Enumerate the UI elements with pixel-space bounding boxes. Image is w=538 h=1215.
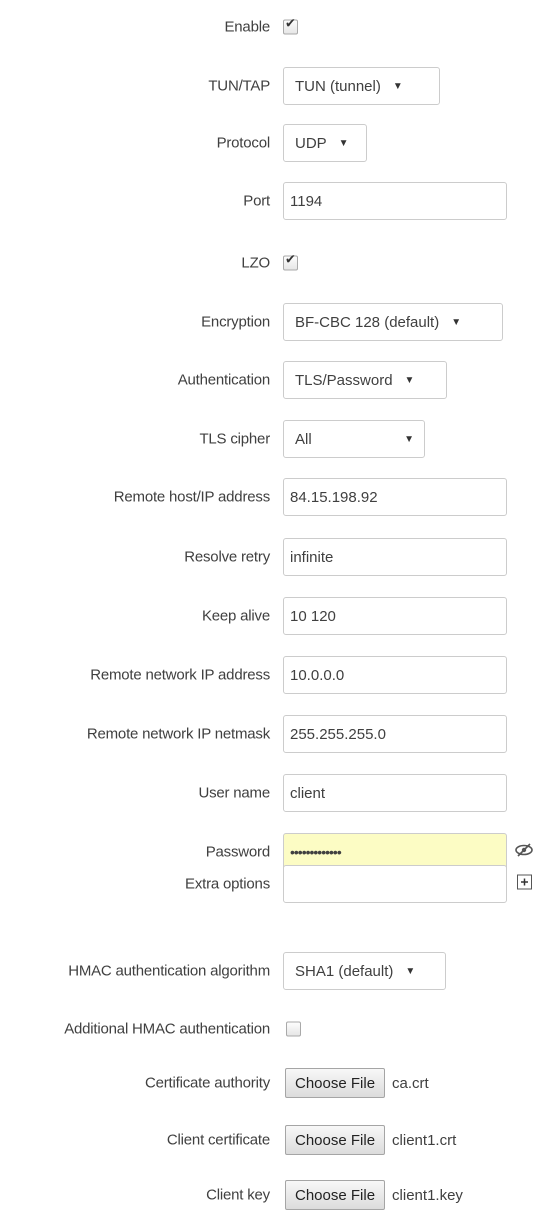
hmac-algorithm-row: HMAC authentication algorithm SHA1 (defa…	[0, 951, 538, 991]
additional-hmac-label: Additional HMAC authentication	[64, 1020, 270, 1038]
remote-network-netmask-row: Remote network IP netmask 255.255.255.0	[0, 714, 538, 754]
extra-options-input[interactable]	[283, 865, 507, 903]
additional-hmac-checkbox[interactable]	[286, 1021, 301, 1037]
encryption-label: Encryption	[201, 313, 270, 331]
keep-alive-row: Keep alive 10 120	[0, 596, 538, 636]
authentication-row: Authentication TLS/Password ▼	[0, 360, 538, 400]
lzo-label: LZO	[241, 254, 270, 272]
client-certificate-label: Client certificate	[166, 1131, 270, 1149]
hmac-algorithm-label: HMAC authentication algorithm	[68, 962, 270, 980]
eye-slash-icon[interactable]	[514, 843, 534, 861]
checkmark-icon: ✔	[285, 15, 296, 31]
additional-hmac-row: Additional HMAC authentication	[0, 1009, 538, 1049]
authentication-select[interactable]: TLS/Password ▼	[283, 361, 447, 399]
user-name-input[interactable]: client	[283, 774, 507, 812]
client-certificate-control: Choose File client1.crt	[285, 1125, 456, 1155]
remote-network-ip-label: Remote network IP address	[90, 666, 270, 684]
enable-checkbox[interactable]: ✔	[283, 15, 298, 35]
certificate-authority-control: Choose File ca.crt	[285, 1068, 429, 1098]
authentication-value: TLS/Password	[295, 371, 393, 389]
enable-label: Enable	[224, 18, 270, 36]
resolve-retry-label: Resolve retry	[184, 548, 270, 566]
client-certificate-row: Client certificate Choose File client1.cr…	[0, 1120, 538, 1160]
checkmark-icon: ✔	[285, 251, 296, 267]
expand-icon[interactable]	[517, 874, 532, 894]
client-cert-choose-file-button[interactable]: Choose File	[285, 1125, 386, 1155]
protocol-select[interactable]: UDP ▼	[283, 124, 367, 162]
encryption-value: BF-CBC 128 (default)	[295, 313, 440, 331]
tuntap-select[interactable]: TUN (tunnel) ▼	[283, 67, 440, 105]
tuntap-value: TUN (tunnel)	[295, 77, 381, 95]
certificate-authority-label: Certificate authority	[144, 1074, 270, 1092]
client-cert-file-name: client1.crt	[392, 1131, 457, 1149]
chevron-down-icon: ▼	[338, 137, 349, 149]
chevron-down-icon: ▼	[392, 80, 403, 92]
user-name-label: User name	[198, 784, 270, 802]
ca-choose-file-button[interactable]: Choose File	[285, 1068, 386, 1098]
keep-alive-input[interactable]: 10 120	[283, 597, 507, 635]
extra-options-label: Extra options	[185, 875, 270, 893]
password-label: Password	[205, 843, 270, 861]
client-key-control: Choose File client1.key	[285, 1180, 463, 1210]
hmac-algorithm-value: SHA1 (default)	[295, 962, 394, 980]
resolve-retry-input[interactable]: infinite	[283, 538, 507, 576]
remote-network-ip-input[interactable]: 10.0.0.0	[283, 656, 507, 694]
enable-row: Enable ✔	[0, 7, 538, 47]
tls-cipher-select[interactable]: All ▼	[283, 420, 425, 458]
authentication-label: Authentication	[177, 371, 270, 389]
remote-network-ip-row: Remote network IP address 10.0.0.0	[0, 655, 538, 695]
port-row: Port 1194	[0, 181, 538, 221]
remote-host-input[interactable]: 84.15.198.92	[283, 478, 507, 516]
client-key-choose-file-button[interactable]: Choose File	[285, 1180, 386, 1210]
client-key-row: Client key Choose File client1.key	[0, 1175, 538, 1215]
port-input[interactable]: 1194	[283, 182, 507, 220]
chevron-down-icon: ▼	[404, 374, 415, 386]
remote-network-netmask-label: Remote network IP netmask	[86, 725, 270, 743]
chevron-down-icon: ▼	[405, 965, 416, 977]
ca-file-name: ca.crt	[392, 1074, 429, 1092]
chevron-down-icon: ▼	[451, 316, 462, 328]
protocol-value: UDP	[295, 134, 327, 152]
user-name-row: User name client	[0, 773, 538, 813]
remote-network-netmask-input[interactable]: 255.255.255.0	[283, 715, 507, 753]
encryption-row: Encryption BF-CBC 128 (default) ▼	[0, 302, 538, 342]
remote-host-row: Remote host/IP address 84.15.198.92	[0, 477, 538, 517]
tuntap-label: TUN/TAP	[208, 77, 270, 95]
protocol-row: Protocol UDP ▼	[0, 123, 538, 163]
lzo-checkbox[interactable]: ✔	[283, 251, 298, 271]
remote-host-label: Remote host/IP address	[113, 488, 270, 506]
tls-cipher-label: TLS cipher	[199, 430, 270, 448]
port-label: Port	[243, 192, 270, 210]
tuntap-row: TUN/TAP TUN (tunnel) ▼	[0, 66, 538, 106]
hmac-algorithm-select[interactable]: SHA1 (default) ▼	[283, 952, 446, 990]
resolve-retry-row: Resolve retry infinite	[0, 537, 538, 577]
certificate-authority-row: Certificate authority Choose File ca.crt	[0, 1063, 538, 1103]
client-key-file-name: client1.key	[392, 1186, 463, 1204]
encryption-select[interactable]: BF-CBC 128 (default) ▼	[283, 303, 503, 341]
tls-cipher-row: TLS cipher All ▼	[0, 419, 538, 459]
chevron-down-icon: ▼	[404, 433, 414, 445]
lzo-row: LZO ✔	[0, 243, 538, 283]
keep-alive-label: Keep alive	[201, 607, 270, 625]
protocol-label: Protocol	[216, 134, 271, 152]
client-key-label: Client key	[206, 1186, 270, 1204]
extra-options-row: Extra options	[0, 864, 538, 904]
tls-cipher-value: All	[295, 430, 312, 448]
